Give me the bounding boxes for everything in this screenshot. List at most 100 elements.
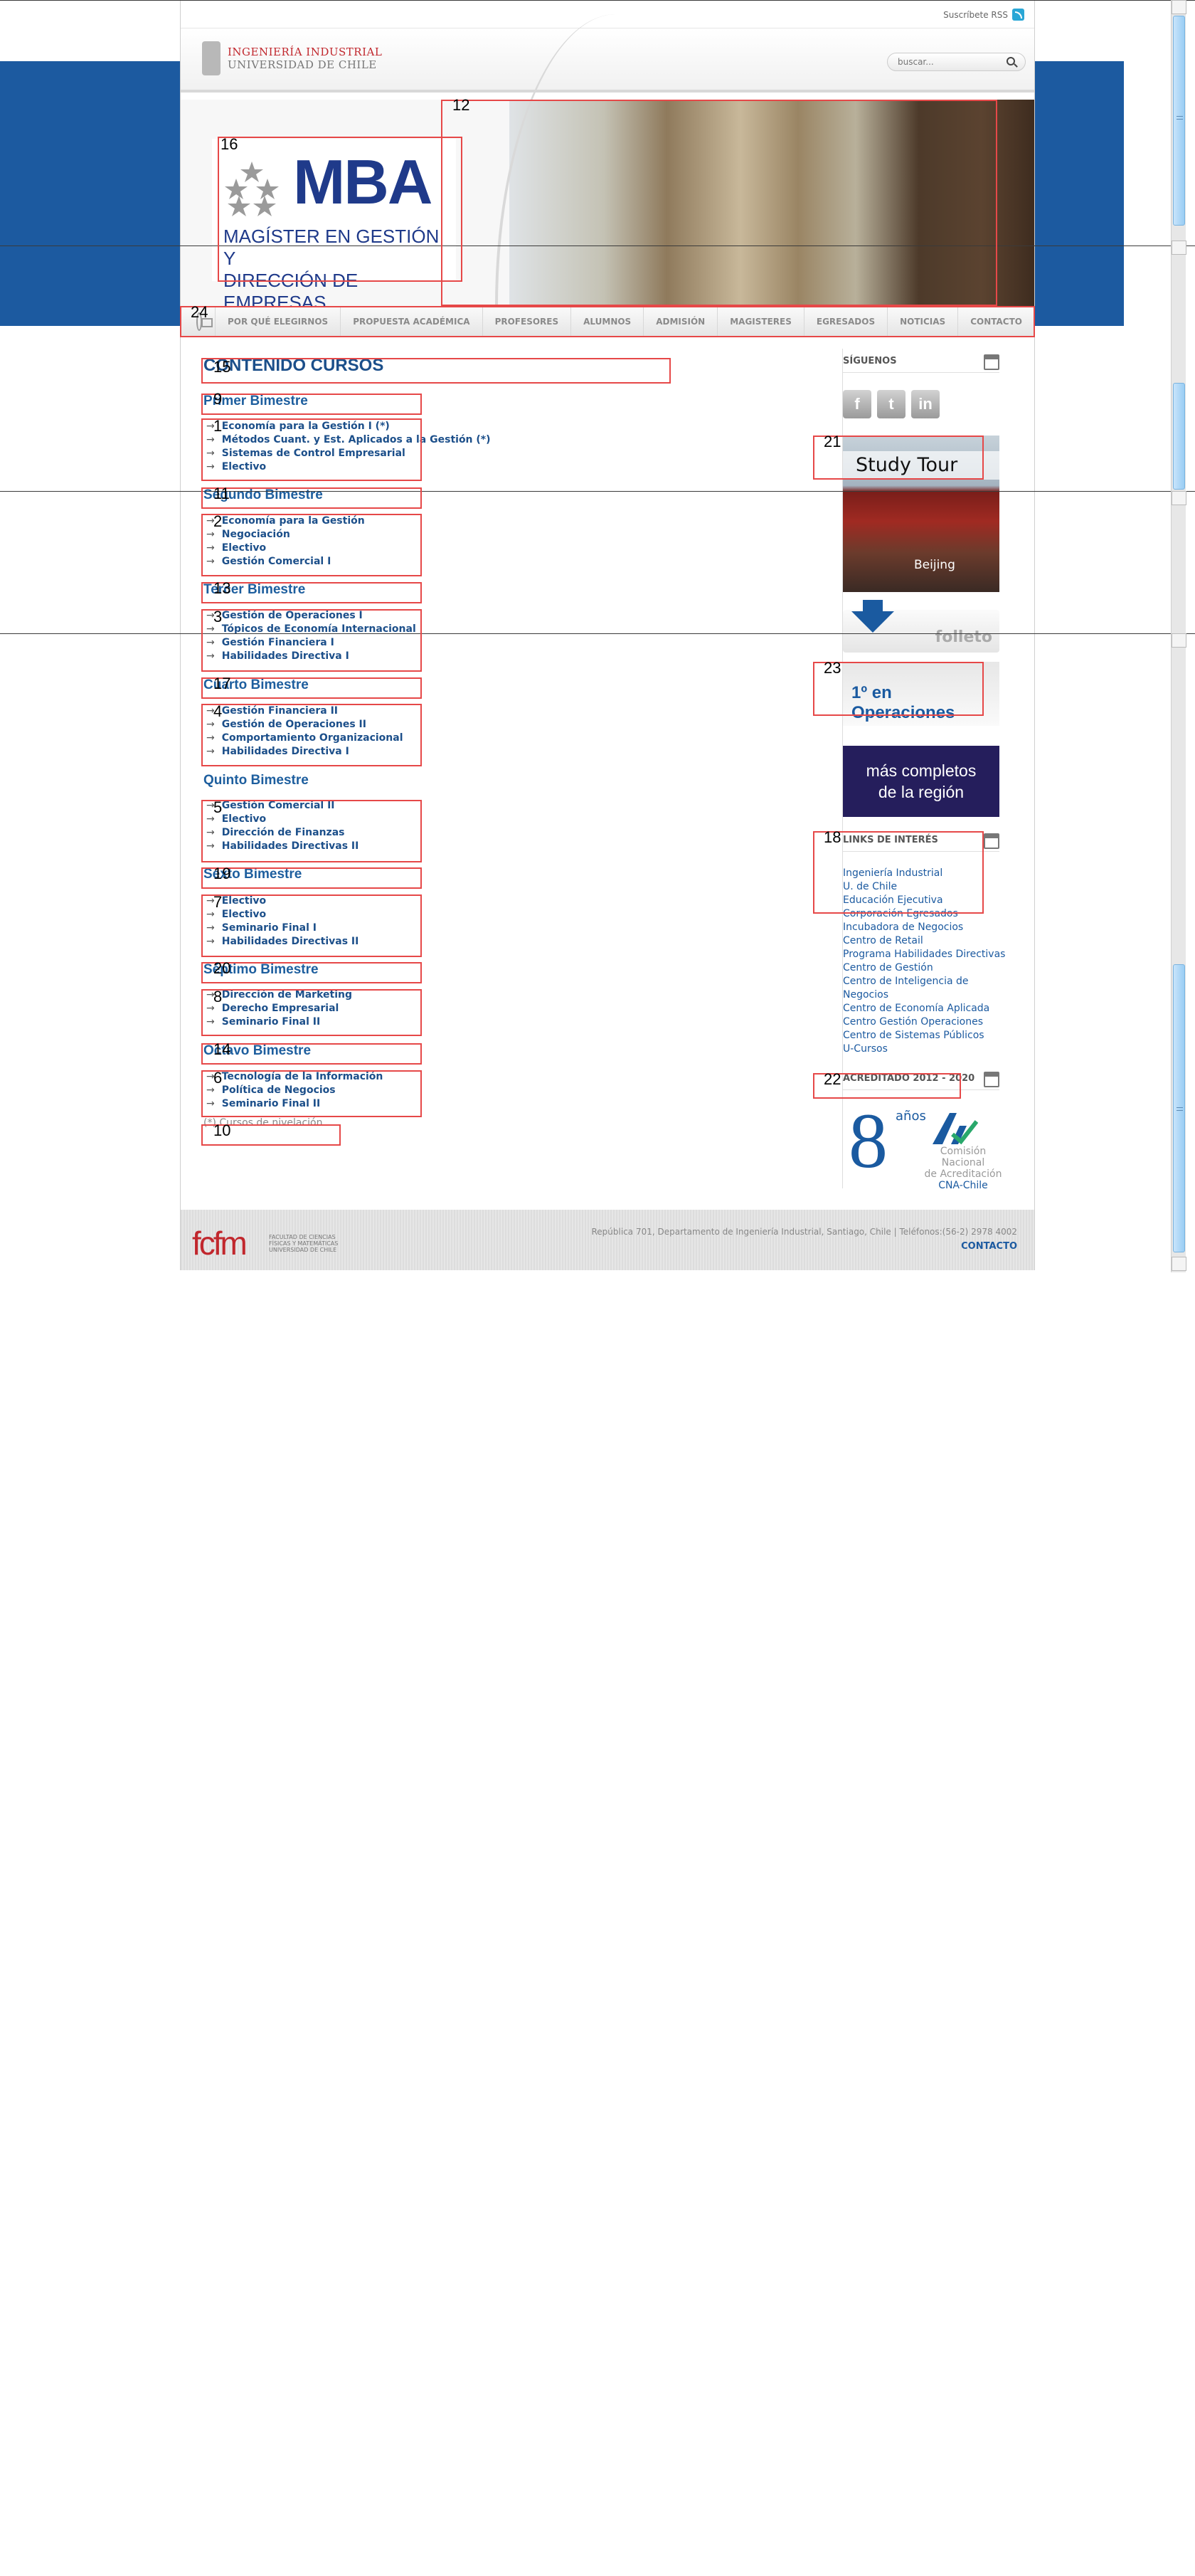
- sidebar-link[interactable]: Centro de Inteligencia de Negocios: [843, 975, 1007, 1002]
- sidebar-link[interactable]: Educación Ejecutiva: [843, 894, 1007, 907]
- sidebar-link[interactable]: U. de Chile: [843, 880, 1007, 894]
- course-label[interactable]: Seminario Final I: [222, 922, 317, 934]
- course-label[interactable]: Economía para la Gestión I (*): [222, 421, 390, 432]
- course-label[interactable]: Habilidades Directivas II: [222, 840, 359, 852]
- sidebar-link[interactable]: U-Cursos: [843, 1042, 1007, 1056]
- nav-item-alumnos[interactable]: ALUMNOS: [570, 306, 643, 337]
- scroll-thumb[interactable]: [1173, 383, 1185, 490]
- course-link[interactable]: → Gestión Financiera II: [206, 704, 338, 718]
- course-label[interactable]: Métodos Cuant. y Est. Aplicados a la Ges…: [222, 434, 491, 445]
- course-link[interactable]: → Gestión de Operaciones I: [206, 609, 363, 623]
- nav-item-noticias[interactable]: NOTICIAS: [887, 306, 957, 337]
- scroll-thumb[interactable]: [1173, 16, 1185, 226]
- course-label[interactable]: Seminario Final II: [222, 1098, 320, 1109]
- course-link[interactable]: → Comportamiento Organizacional: [206, 732, 403, 745]
- scroll-up-button[interactable]: [1172, 491, 1186, 505]
- course-link[interactable]: → Dirección de Marketing: [206, 988, 352, 1002]
- course-label[interactable]: Gestión de Operaciones I: [222, 610, 363, 621]
- course-link[interactable]: → Tecnología de la Información: [206, 1070, 383, 1084]
- sidebar-link[interactable]: Ingeniería Industrial: [843, 867, 1007, 880]
- scroll-thumb[interactable]: [1173, 964, 1185, 1252]
- course-label[interactable]: Habilidades Directiva I: [222, 650, 349, 662]
- course-label[interactable]: Economía para la Gestión: [222, 515, 365, 527]
- facebook-icon[interactable]: f: [843, 390, 871, 418]
- sidebar-link[interactable]: Corporación Egresados: [843, 907, 1007, 921]
- course-label[interactable]: Negociación: [222, 529, 290, 540]
- linkedin-icon[interactable]: in: [911, 390, 940, 418]
- course-link[interactable]: → Habilidades Directiva I: [206, 745, 349, 759]
- scroll-down-button[interactable]: [1172, 241, 1186, 255]
- site-logo[interactable]: INGENIERÍA INDUSTRIAL UNIVERSIDAD DE CHI…: [202, 41, 382, 75]
- course-link[interactable]: → Dirección de Finanzas: [206, 826, 344, 840]
- course-label[interactable]: Electivo: [222, 813, 266, 825]
- nav-item-admision[interactable]: ADMISIÓN: [643, 306, 717, 337]
- course-link[interactable]: → Habilidades Directivas II: [206, 935, 358, 949]
- course-label[interactable]: Gestión Financiera I: [222, 637, 334, 648]
- course-link[interactable]: → Métodos Cuant. y Est. Aplicados a la Ge…: [206, 433, 491, 447]
- study-tour-banner[interactable]: Study Tour Beijing: [843, 436, 999, 592]
- scroll-up-button[interactable]: [1172, 633, 1186, 648]
- rss-link[interactable]: Suscríbete RSS: [943, 9, 1024, 21]
- course-link[interactable]: → Sistemas de Control Empresarial: [206, 447, 405, 460]
- sidebar-link[interactable]: Centro de Sistemas Públicos: [843, 1029, 1007, 1042]
- course-link[interactable]: → Seminario Final I: [206, 922, 317, 935]
- course-link[interactable]: → Seminario Final II: [206, 1015, 320, 1029]
- search-icon[interactable]: [1007, 57, 1015, 65]
- sidebar-link[interactable]: Programa Habilidades Directivas: [843, 948, 1007, 961]
- course-label[interactable]: Política de Negocios: [222, 1084, 336, 1096]
- course-label[interactable]: Sistemas de Control Empresarial: [222, 448, 405, 459]
- operaciones-banner[interactable]: 1º en Operaciones: [843, 662, 999, 726]
- sidebar-link[interactable]: Centro de Retail: [843, 934, 1007, 948]
- course-label[interactable]: Derecho Empresarial: [222, 1003, 339, 1014]
- course-label[interactable]: Gestión Financiera II: [222, 705, 338, 717]
- scrollbar[interactable]: [1171, 633, 1186, 1272]
- sidebar-link[interactable]: Centro Gestión Operaciones: [843, 1015, 1007, 1029]
- nav-item-profesores[interactable]: PROFESORES: [482, 306, 571, 337]
- scroll-up-button[interactable]: [1172, 0, 1186, 14]
- search-input[interactable]: [887, 53, 1026, 71]
- rss-icon[interactable]: [1012, 9, 1024, 21]
- nav-item-contacto[interactable]: CONTACTO: [957, 306, 1034, 337]
- course-label[interactable]: Electivo: [222, 542, 266, 554]
- course-label[interactable]: Dirección de Marketing: [222, 989, 352, 1001]
- course-label[interactable]: Habilidades Directivas II: [222, 936, 359, 947]
- course-link[interactable]: → Gestión Financiera I: [206, 636, 334, 650]
- course-label[interactable]: Habilidades Directiva I: [222, 746, 349, 757]
- course-label[interactable]: Tecnología de la Información: [222, 1071, 383, 1082]
- scroll-down-button[interactable]: [1172, 1257, 1186, 1271]
- course-link[interactable]: → Electivo: [206, 542, 266, 555]
- course-link[interactable]: → Gestión Comercial I: [206, 555, 331, 569]
- course-label[interactable]: Gestión de Operaciones II: [222, 719, 366, 730]
- sidebar-link[interactable]: Centro de Economía Aplicada: [843, 1002, 1007, 1015]
- region-banner[interactable]: más completos de la región: [843, 746, 999, 817]
- course-link[interactable]: → Electivo: [206, 460, 266, 474]
- course-link[interactable]: → Derecho Empresarial: [206, 1002, 339, 1015]
- course-label[interactable]: Gestión Comercial II: [222, 800, 335, 811]
- course-link[interactable]: → Habilidades Directiva I: [206, 650, 349, 663]
- course-label[interactable]: Dirección de Finanzas: [222, 827, 345, 838]
- course-link[interactable]: → Economía para la Gestión: [206, 514, 365, 528]
- course-link[interactable]: → Seminario Final II: [206, 1097, 320, 1111]
- scrollbar[interactable]: [1171, 491, 1186, 633]
- course-label[interactable]: Seminario Final II: [222, 1016, 320, 1028]
- course-link[interactable]: → Política de Negocios: [206, 1084, 336, 1097]
- scrollbar[interactable]: [1171, 255, 1186, 497]
- fcfm-logo[interactable]: fcfm: [192, 1224, 248, 1262]
- course-label[interactable]: Gestión Comercial I: [222, 556, 331, 567]
- nav-item-por-que[interactable]: POR QUÉ ELEGIRNOS: [214, 306, 340, 337]
- scrollbar[interactable]: [1171, 0, 1186, 255]
- nav-item-magisteres[interactable]: MAGISTERES: [717, 306, 804, 337]
- nav-item-propuesta[interactable]: PROPUESTA ACADÉMICA: [340, 306, 482, 337]
- course-link[interactable]: → Gestión Comercial II: [206, 799, 335, 813]
- course-label[interactable]: Electivo: [222, 461, 266, 473]
- course-label[interactable]: Comportamiento Organizacional: [222, 732, 403, 744]
- sidebar-link[interactable]: Incubadora de Negocios: [843, 921, 1007, 934]
- course-label[interactable]: Electivo: [222, 895, 266, 907]
- course-link[interactable]: → Habilidades Directivas II: [206, 840, 358, 853]
- folleto-button[interactable]: folleto: [843, 600, 999, 653]
- sidebar-link[interactable]: Centro de Gestión: [843, 961, 1007, 975]
- nav-item-egresados[interactable]: EGRESADOS: [803, 306, 887, 337]
- rss-label[interactable]: Suscríbete RSS: [943, 10, 1008, 20]
- twitter-icon[interactable]: t: [877, 390, 905, 418]
- course-label[interactable]: Electivo: [222, 909, 266, 920]
